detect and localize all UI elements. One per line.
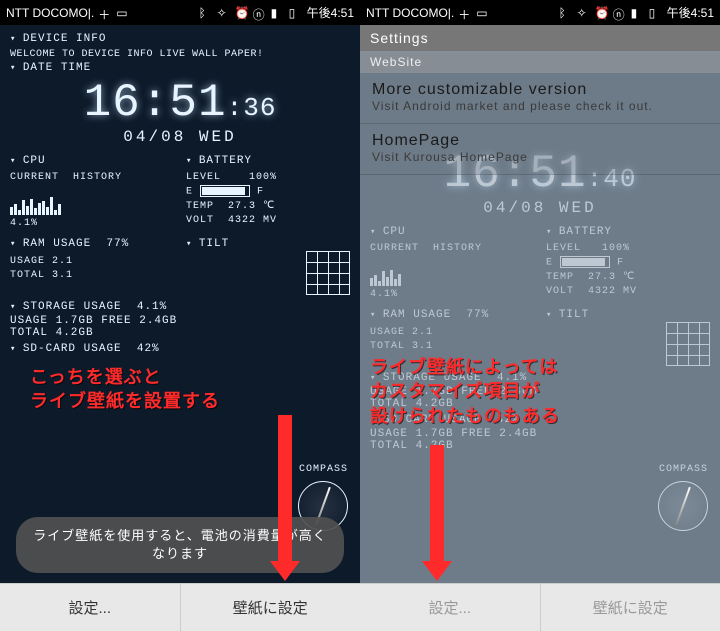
date-line: 04/08 WED: [10, 128, 350, 146]
status-time: 午後4:51: [307, 4, 354, 21]
plus-icon: ＋: [98, 6, 112, 20]
settings-item-more[interactable]: More customizable version Visit Android …: [360, 73, 720, 124]
battery-icon: ▯: [289, 6, 303, 20]
status-bar: NTT DOCOMO|. ＋ ▭ ᛒ ✧ ⏰ ⓝ ▮ ▯ 午後4:51: [0, 0, 360, 25]
bottom-bar: 設定... 壁紙に設定: [0, 583, 360, 631]
volt-value: 4322 MV: [228, 215, 277, 226]
plus-icon: ＋: [458, 6, 472, 20]
nfc-icon: ⓝ: [613, 6, 627, 20]
cpu-percent: 4.1%: [10, 217, 174, 231]
cpu-block: CPU CURRENT HISTORY 4.1%: [10, 154, 174, 231]
device-info-label: DEVICE INFO: [10, 33, 350, 45]
battery-block: BATTERY LEVEL 100% E F TEMP 27.3 ℃ VOLT …: [186, 154, 350, 231]
set-wallpaper-button[interactable]: 壁紙に設定: [181, 584, 361, 631]
nfc-icon: ⓝ: [253, 6, 267, 20]
settings-item-title: More customizable version: [372, 81, 708, 99]
storage-block: STORAGE USAGE 4.1% USAGE 1.7GB FREE 2.4G…: [10, 301, 350, 339]
clock-sec: :36: [227, 93, 277, 123]
live-wallpaper-preview: Settings WebSite More customizable versi…: [360, 25, 720, 583]
tilt-grid: [306, 251, 350, 295]
battery-level: 100%: [249, 172, 277, 183]
signal-icon: ▮: [271, 6, 285, 20]
alarm-icon: ⏰: [595, 6, 609, 20]
compass-icon: [658, 481, 708, 531]
settings-header: Settings: [360, 25, 720, 51]
vibrate-icon: ✧: [217, 6, 231, 20]
sd-percent: 42%: [137, 343, 160, 355]
settings-section-label: WebSite: [360, 51, 720, 73]
compass-label: COMPASS: [299, 464, 348, 475]
settings-button[interactable]: 設定...: [360, 584, 541, 631]
settings-item-title: HomePage: [372, 132, 708, 150]
status-bar: NTT DOCOMO|. ＋ ▭ ᛒ ✧ ⏰ ⓝ ▮ ▯ 午後4:51: [360, 0, 720, 25]
arrow-right: [430, 445, 444, 565]
settings-button[interactable]: 設定...: [0, 584, 181, 631]
ram-percent: 77%: [106, 238, 129, 250]
right-screenshot: NTT DOCOMO|. ＋ ▭ ᛒ ✧ ⏰ ⓝ ▮ ▯ 午後4:51 Sett…: [360, 0, 720, 631]
left-screenshot: NTT DOCOMO|. ＋ ▭ ᛒ ✧ ⏰ ⓝ ▮ ▯ 午後4:51 DEVI…: [0, 0, 360, 631]
bluetooth-icon: ᛒ: [559, 6, 573, 20]
carrier-label: NTT DOCOMO|.: [6, 6, 94, 20]
battery-bar: [200, 185, 250, 197]
vibrate-icon: ✧: [577, 6, 591, 20]
ram-block: RAM USAGE 77% USAGE 2.1 TOTAL 3.1: [10, 237, 174, 294]
annotation-left: こっちを選ぶと ライブ壁紙を設置する: [30, 365, 220, 414]
signal-icon: ▮: [631, 6, 645, 20]
battery-icon: ▯: [649, 6, 663, 20]
temp-value: 27.3 ℃: [228, 201, 275, 212]
sdcard-block: SD-CARD USAGE 42%: [10, 343, 350, 355]
carrier-label: NTT DOCOMO|.: [366, 6, 454, 20]
tilt-block: TILT: [186, 237, 350, 294]
cpu-history-bars: [10, 187, 174, 215]
settings-item-homepage[interactable]: HomePage Visit Kurousa HomePage: [360, 124, 720, 175]
clock: 16:51:36: [10, 80, 350, 126]
settings-overlay: Settings WebSite More customizable versi…: [360, 25, 720, 175]
battery-label: BATTERY: [186, 154, 350, 169]
recent-icon: ▭: [476, 6, 490, 20]
date-time-label: DATE TIME: [10, 62, 350, 74]
clock-hm: 16:51: [84, 77, 227, 129]
storage-percent: 4.1%: [137, 301, 167, 313]
settings-item-sub: Visit Kurousa HomePage: [372, 150, 708, 164]
battery-warning-toast: ライブ壁紙を使用すると、電池の消費量が高くなります: [16, 517, 344, 573]
live-wallpaper-preview: DEVICE INFO WELCOME TO DEVICE INFO LIVE …: [0, 25, 360, 583]
alarm-icon: ⏰: [235, 6, 249, 20]
bottom-bar: 設定... 壁紙に設定: [360, 583, 720, 631]
settings-item-sub: Visit Android market and please check it…: [372, 99, 708, 113]
recent-icon: ▭: [116, 6, 130, 20]
bluetooth-icon: ᛒ: [199, 6, 213, 20]
status-time: 午後4:51: [667, 4, 714, 21]
set-wallpaper-button[interactable]: 壁紙に設定: [541, 584, 720, 631]
welcome-text: WELCOME TO DEVICE INFO LIVE WALL PAPER!: [10, 49, 350, 60]
cpu-label: CPU: [10, 154, 174, 169]
